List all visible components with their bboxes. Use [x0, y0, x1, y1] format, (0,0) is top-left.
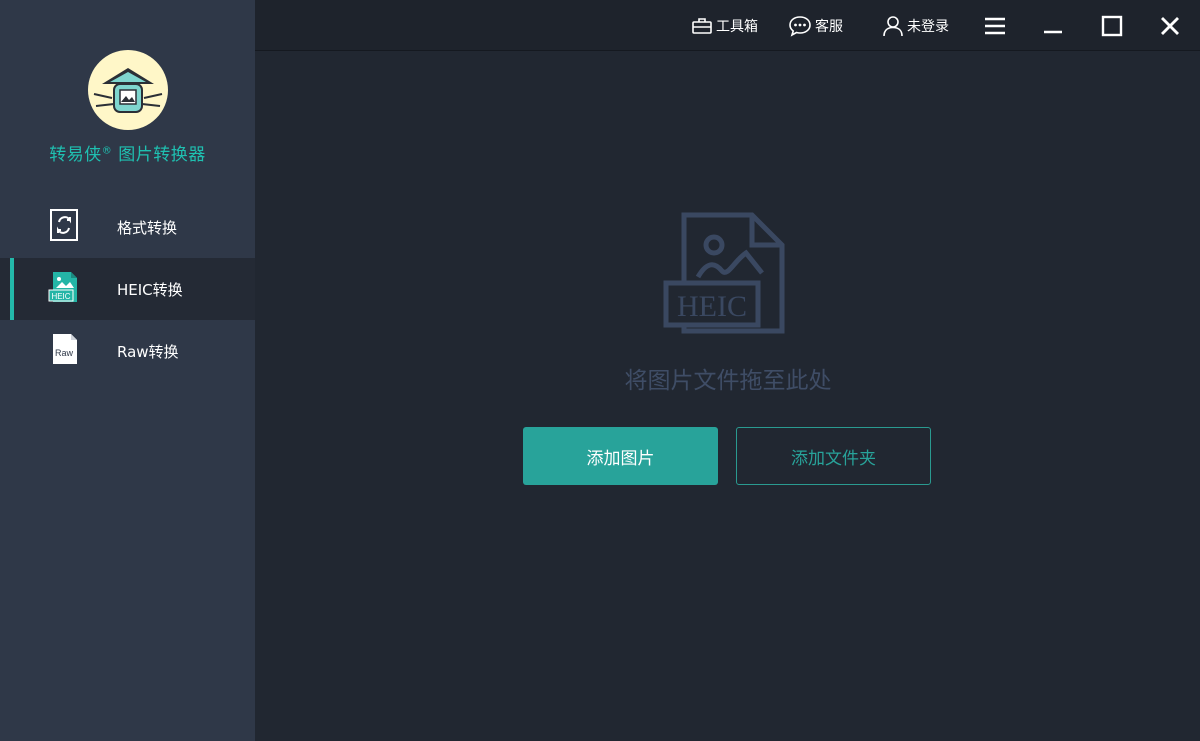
sidebar-item-label: 格式转换: [117, 218, 178, 237]
menu-button[interactable]: [983, 14, 1007, 38]
sidebar: 转易侠® 图片转换器 格式转换 HEIC HEIC转换 Raw Raw转换: [0, 0, 255, 741]
app-name-suffix: 图片转换器: [118, 145, 206, 165]
sidebar-item-raw-convert[interactable]: Raw Raw转换: [0, 320, 255, 382]
sidebar-item-label: Raw转换: [117, 342, 179, 361]
minimize-icon: [1044, 30, 1062, 34]
sidebar-nav: 格式转换 HEIC HEIC转换 Raw Raw转换: [0, 196, 255, 382]
app-window: 转易侠® 图片转换器 格式转换 HEIC HEIC转换 Raw Raw转换 工具…: [0, 0, 1200, 741]
maximize-button[interactable]: [1100, 14, 1124, 38]
close-icon: [1161, 17, 1179, 35]
add-image-button[interactable]: 添加图片: [523, 427, 718, 485]
heic-placeholder-text: HEIC: [677, 290, 747, 323]
login-label: 未登录: [907, 19, 949, 35]
registered-mark: ®: [101, 145, 113, 157]
heic-icon-text: HEIC: [51, 292, 70, 301]
sidebar-item-format-convert[interactable]: 格式转换: [0, 196, 255, 258]
user-icon: [883, 16, 903, 37]
toolbox-button[interactable]: 工具箱: [691, 14, 758, 38]
format-convert-icon: [47, 208, 83, 244]
chat-bubble-icon: [789, 16, 811, 37]
login-button[interactable]: 未登录: [882, 14, 949, 38]
minimize-button[interactable]: [1041, 14, 1065, 38]
hamburger-menu-icon: [985, 17, 1005, 35]
toolbox-icon: [692, 18, 712, 34]
customer-service-button[interactable]: 客服: [788, 14, 843, 38]
brand: 转易侠® 图片转换器: [0, 45, 255, 165]
app-name-text: 转易侠: [49, 145, 102, 165]
customer-service-label: 客服: [815, 19, 843, 35]
add-folder-button[interactable]: 添加文件夹: [736, 427, 931, 485]
sidebar-item-label: HEIC转换: [117, 280, 183, 299]
raw-file-icon: Raw: [47, 332, 83, 368]
app-name: 转易侠® 图片转换器: [0, 140, 255, 165]
raw-icon-text: Raw: [55, 348, 74, 358]
toolbox-label: 工具箱: [716, 19, 758, 35]
maximize-icon: [1101, 15, 1123, 37]
sidebar-item-heic-convert[interactable]: HEIC HEIC转换: [0, 258, 255, 320]
title-bar: 工具箱 客服 未登录: [255, 0, 1200, 51]
drop-zone[interactable]: HEIC 将图片文件拖至此处 添加图片 添加文件夹: [255, 51, 1200, 741]
heic-file-icon: HEIC: [47, 270, 83, 306]
heic-file-placeholder-icon: HEIC: [662, 211, 786, 341]
app-logo-icon: [87, 50, 168, 130]
drop-hint-text: 将图片文件拖至此处: [624, 368, 832, 394]
close-button[interactable]: [1158, 14, 1182, 38]
